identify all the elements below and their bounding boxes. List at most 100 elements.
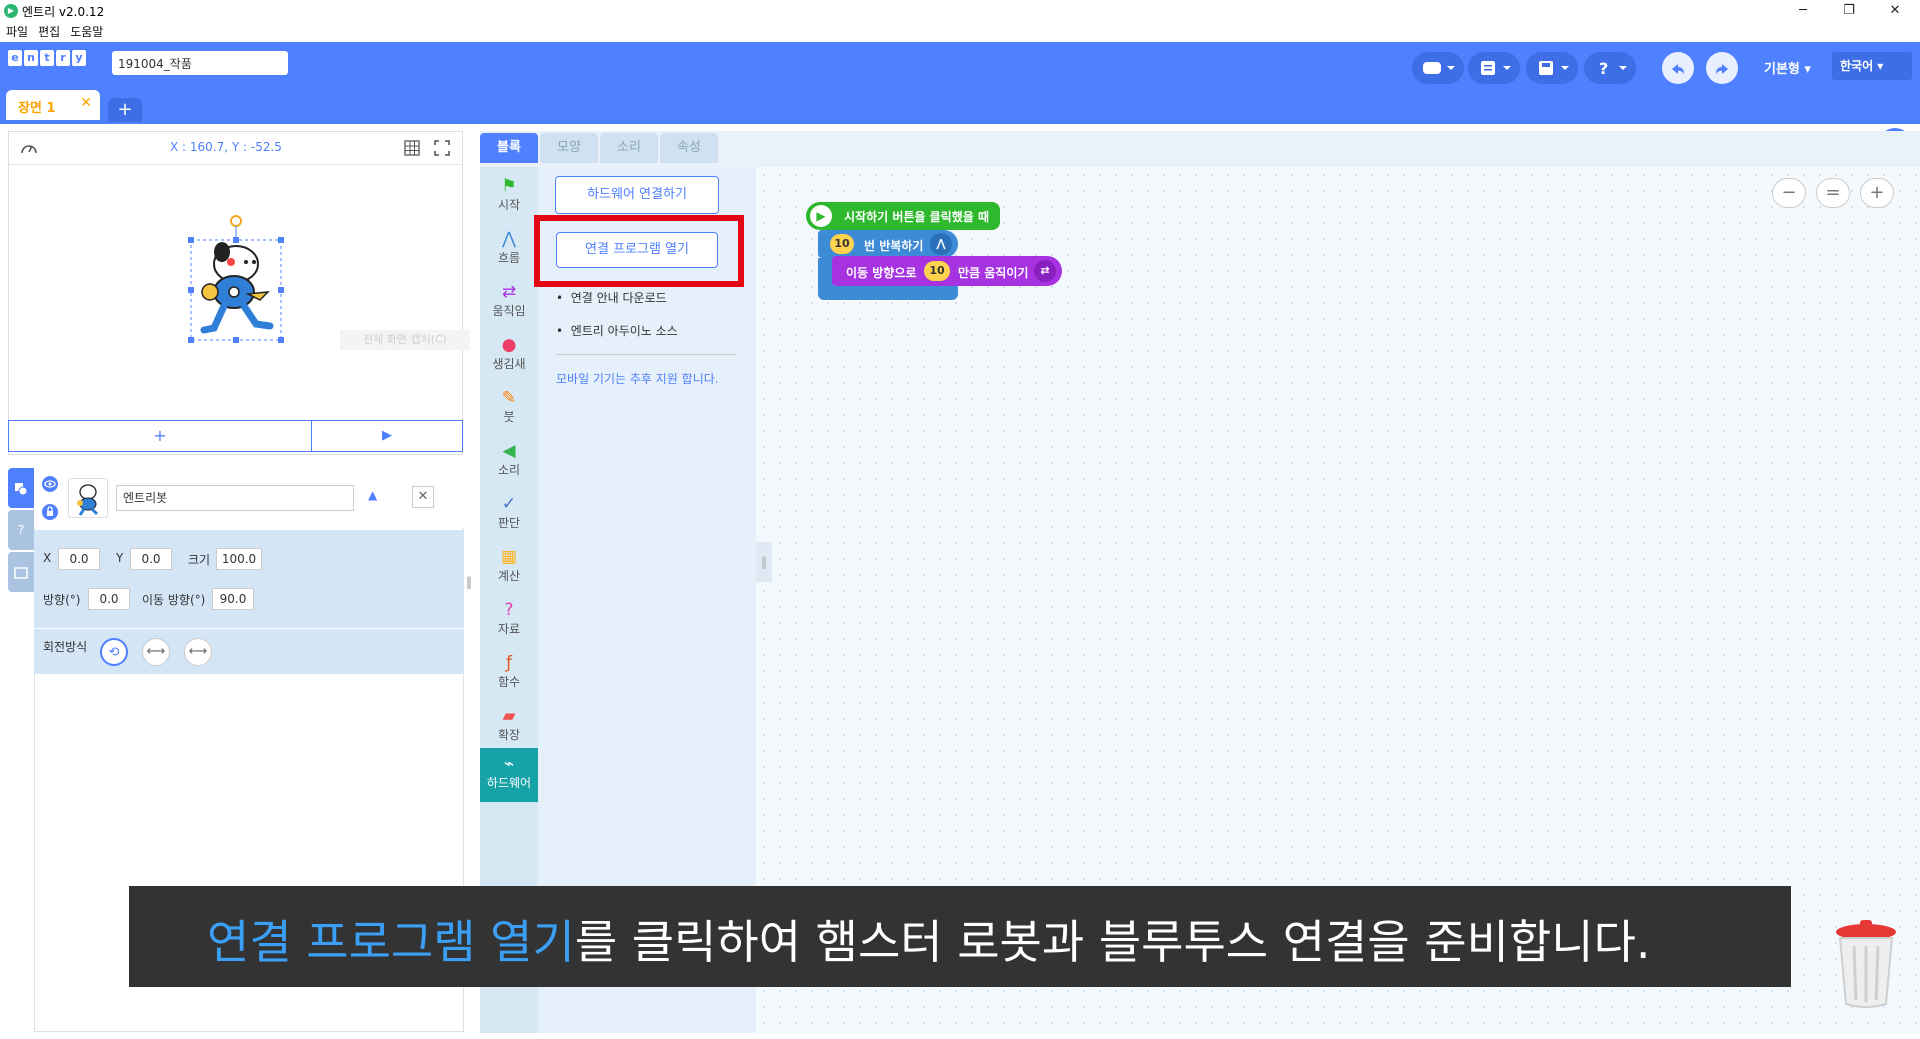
trash-can-icon[interactable] [1834, 920, 1898, 1010]
logo-letter: t [40, 50, 54, 66]
function-icon: ƒ [506, 653, 512, 673]
category-hardware[interactable]: ⌁ 하드웨어 [480, 748, 538, 802]
menu-help[interactable]: 도움말 [70, 22, 103, 42]
help-menu-button[interactable]: ? [1584, 52, 1636, 84]
minimize-button[interactable]: ─ [1780, 0, 1826, 22]
hw-link-guide[interactable]: • 연결 안내 다운로드 [556, 289, 667, 306]
data-icon: ? [504, 600, 514, 620]
svg-text:?: ? [1599, 60, 1608, 76]
category-looks[interactable]: ● 생김새 [480, 329, 538, 381]
close-window-button[interactable]: ✕ [1872, 0, 1918, 22]
x-input[interactable]: 0.0 [58, 548, 100, 570]
run-button[interactable]: ▶ [311, 420, 463, 452]
category-data[interactable]: ? 자료 [480, 594, 538, 646]
delete-object-icon[interactable]: ✕ [412, 486, 434, 508]
category-function[interactable]: ƒ 함수 [480, 647, 538, 699]
redo-icon [1716, 63, 1728, 74]
redo-button[interactable] [1706, 52, 1738, 84]
add-scene-button[interactable]: + [108, 98, 142, 122]
scene-tab[interactable]: 장면 1 ✕ [6, 90, 100, 120]
connect-hardware-button[interactable]: 하드웨어 연결하기 [555, 176, 719, 214]
size-input[interactable]: 100.0 [216, 548, 262, 570]
help-icon: ? [1599, 59, 1627, 78]
tab-properties[interactable]: 속성 [660, 133, 718, 163]
object-console-tab[interactable] [8, 552, 34, 592]
menu-edit[interactable]: 편집 [38, 22, 60, 42]
move-direction-label: 이동 방향(°) [142, 593, 206, 607]
comment-menu-button[interactable] [1412, 52, 1464, 84]
category-judgement[interactable]: ✓ 판단 [480, 488, 538, 540]
menu-file[interactable]: 파일 [6, 22, 28, 42]
subtitle-text: 를 클릭하여 햄스터 로봇과 블루투스 연결을 준비합니다. [574, 915, 1651, 969]
objects-icon [15, 482, 28, 495]
add-object-button[interactable]: + [8, 420, 312, 452]
calculator-icon: ▦ [500, 547, 518, 567]
save-menu-button[interactable] [1526, 52, 1578, 84]
collapse-up-icon[interactable]: ▲ [368, 488, 377, 502]
category-start[interactable]: ⚑ 시작 [480, 170, 538, 222]
flow-icon: ⋀ [502, 229, 516, 249]
object-name-field[interactable]: 엔트리봇 [116, 485, 354, 511]
move-block-prefix: 이동 방향으로 [846, 266, 917, 280]
hw-link-arduino[interactable]: • 엔트리 아두이노 소스 [556, 322, 678, 339]
lock-icon[interactable] [42, 504, 58, 520]
rotate-free-icon[interactable]: ⟲ [100, 638, 128, 666]
zoom-reset-button[interactable]: = [1816, 178, 1850, 208]
category-extension[interactable]: ▰ 확장 [480, 700, 538, 752]
grid-icon [404, 140, 420, 156]
repeat-block-label: 번 반복하기 [864, 239, 924, 253]
move-value-input[interactable]: 10 [924, 261, 950, 281]
project-name-input[interactable] [112, 51, 288, 75]
title-bar: ▶ 엔트리 v2.0.12 ─ ❐ ✕ [0, 0, 1920, 22]
play-icon: ▶ [810, 205, 832, 227]
mode-select[interactable]: 기본형 ▾ [1764, 58, 1811, 77]
undo-button[interactable] [1662, 52, 1694, 84]
y-input[interactable]: 0.0 [130, 548, 172, 570]
speed-gauge-icon [21, 145, 37, 154]
document-icon [1481, 61, 1511, 75]
app-icon: ▶ [4, 4, 18, 18]
zoom-in-button[interactable]: + [1860, 178, 1894, 208]
move-block[interactable]: 이동 방향으로 10 만큼 움직이기 ⇄ [832, 256, 1062, 286]
visibility-eye-icon[interactable] [42, 476, 58, 492]
zoom-out-button[interactable]: − [1772, 178, 1806, 208]
start-block-label: 시작하기 버튼을 클릭했을 때 [844, 210, 990, 224]
check-icon: ✓ [501, 494, 517, 514]
entrybot-sprite[interactable] [186, 212, 286, 348]
category-flow[interactable]: ⋀ 흐름 [480, 223, 538, 275]
logo-letter: r [56, 50, 70, 66]
undo-icon [1672, 63, 1684, 74]
scene-tab-label: 장면 1 [18, 101, 56, 116]
category-motion[interactable]: ⇄ 움직임 [480, 276, 538, 328]
repeat-block[interactable]: 10 번 반복하기 ⋀ [818, 230, 958, 258]
repeat-block-foot [818, 286, 958, 300]
mobile-note: 모바일 기기는 추후 지원 합니다. [556, 372, 719, 386]
tab-sounds[interactable]: 소리 [600, 133, 658, 163]
console-icon [14, 566, 28, 579]
capture-hint-tooltip: 전체 화면 캡처(C) [340, 330, 470, 350]
tab-shapes[interactable]: 모양 [540, 133, 598, 163]
save-icon [1539, 61, 1569, 75]
logo-letter: e [8, 50, 22, 66]
document-menu-button[interactable] [1468, 52, 1520, 84]
panel-splitter[interactable]: ‖ [466, 575, 472, 589]
y-label: Y [116, 551, 124, 565]
tab-blocks[interactable]: 블록 [480, 133, 538, 163]
move-direction-input[interactable]: 90.0 [212, 588, 254, 610]
fullscreen-icon [434, 140, 450, 156]
rotate-horizontal-icon[interactable]: ⟷ [142, 638, 170, 666]
restore-button[interactable]: ❐ [1826, 0, 1872, 22]
direction-input[interactable]: 0.0 [88, 588, 130, 610]
category-sound[interactable]: ◀ 소리 [480, 435, 538, 487]
rotate-none-icon[interactable]: ⟷ [184, 638, 212, 666]
brush-icon: ✎ [501, 388, 517, 408]
palette-collapse-handle[interactable]: ‖ [756, 542, 772, 582]
language-select[interactable]: 한국어 ▾ [1832, 52, 1912, 80]
object-help-tab[interactable]: ? [8, 510, 34, 550]
category-brush[interactable]: ✎ 붓 [480, 382, 538, 434]
repeat-count-input[interactable]: 10 [830, 234, 854, 254]
scene-close-icon[interactable]: ✕ [80, 95, 92, 111]
category-calc[interactable]: ▦ 계산 [480, 541, 538, 593]
when-start-clicked-block[interactable]: ▶ 시작하기 버튼을 클릭했을 때 [806, 202, 1000, 230]
object-list-tab[interactable] [8, 468, 34, 508]
